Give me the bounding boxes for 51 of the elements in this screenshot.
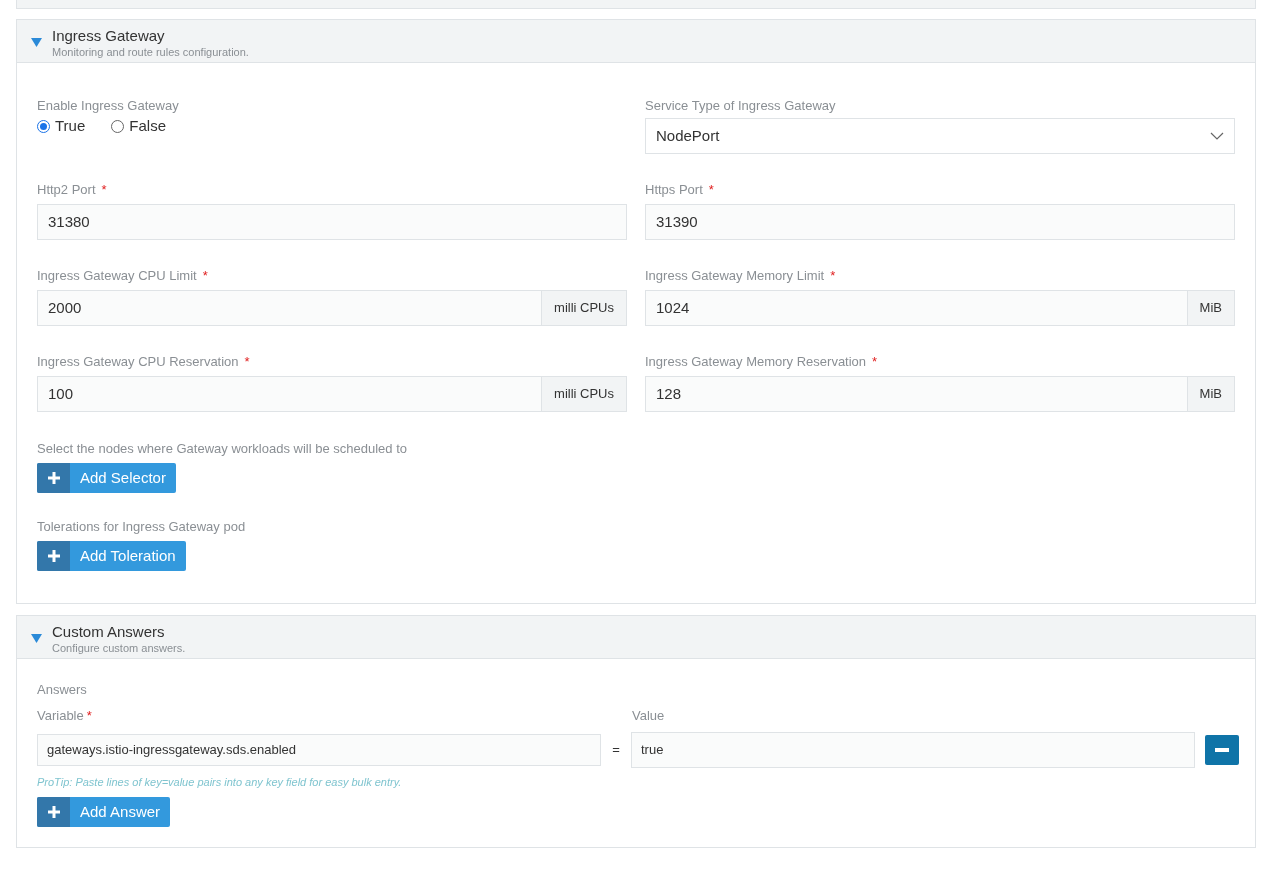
required-marker: * (830, 267, 836, 284)
field-label: Https Port (645, 181, 703, 198)
input-field[interactable]: 31380 (37, 204, 627, 240)
radio-option[interactable]: True (37, 114, 86, 138)
field-label: Http2 Port (37, 181, 96, 198)
section-header[interactable]: Custom Answers Configure custom answers. (16, 615, 1256, 659)
unit-addon: milli CPUs (542, 376, 627, 412)
unit-addon: milli CPUs (542, 290, 627, 326)
required-marker: * (244, 353, 250, 370)
plus-icon (47, 472, 60, 484)
minus-icon (1215, 748, 1229, 752)
plus-icon (47, 806, 60, 818)
plus-icon (47, 550, 60, 562)
unit-addon: MiB (1187, 290, 1235, 326)
input-field[interactable]: gateways.istio-ingressgateway.sds.enabled (37, 734, 601, 766)
required-marker: * (872, 353, 878, 370)
input-field[interactable]: 2000 (37, 290, 543, 326)
input-field[interactable]: 31390 (645, 204, 1235, 240)
required-marker: * (86, 707, 92, 724)
field-label: Enable Ingress Gateway (37, 97, 179, 114)
section-subtitle: Monitoring and route rules configuration. (52, 45, 249, 59)
section-title: Custom Answers (52, 623, 166, 641)
protip-text: ProTip: Paste lines of key=value pairs into any key field for easy bulk entry. (37, 775, 403, 790)
remove-button[interactable] (1205, 735, 1239, 765)
field-label: Tolerations for Ingress Gateway pod (37, 518, 246, 535)
input-field[interactable]: 100 (37, 376, 543, 412)
radio-option[interactable]: False (111, 114, 166, 138)
input-field[interactable]: true (631, 732, 1195, 768)
chevron-down-icon (1210, 132, 1224, 140)
field-label: Value (632, 707, 665, 724)
unit-addon: MiB (1187, 376, 1235, 412)
required-marker: * (708, 181, 714, 198)
caret-icon[interactable] (31, 633, 42, 643)
field-label: Ingress Gateway CPU Reservation (37, 353, 239, 370)
field-label: Variable (37, 707, 84, 724)
field-label: Answers (37, 681, 88, 698)
field-label: Ingress Gateway Memory Limit (645, 267, 825, 284)
required-marker: * (202, 267, 208, 284)
field-label: Ingress Gateway CPU Limit (37, 267, 197, 284)
section-header[interactable]: Ingress Gateway Monitoring and route rules configuration. (16, 19, 1256, 63)
equals-sign: = (611, 741, 621, 760)
section-title: Ingress Gateway (52, 27, 166, 45)
field-label: Ingress Gateway Memory Reservation (645, 353, 867, 370)
select-field[interactable]: NodePort (645, 118, 1235, 154)
field-label: Service Type of Ingress Gateway (645, 97, 836, 114)
input-field[interactable]: 1024 (645, 290, 1188, 326)
section-subtitle: Configure custom answers. (52, 641, 186, 655)
caret-icon[interactable] (31, 37, 42, 47)
input-field[interactable]: 128 (645, 376, 1188, 412)
required-marker: * (101, 181, 107, 198)
field-label: Select the nodes where Gateway workloads will be scheduled to (37, 440, 407, 457)
